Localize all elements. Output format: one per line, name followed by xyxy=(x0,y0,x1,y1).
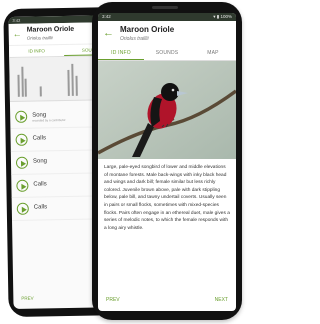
tab-sounds[interactable]: SOUNDS xyxy=(144,47,190,60)
species-description: Large, pale-eyed songbird of lower and m… xyxy=(104,165,230,231)
recording-credit: recorded by a contributor xyxy=(32,118,66,123)
tab-id-info[interactable]: ID INFO xyxy=(98,47,144,60)
tab-id-info[interactable]: ID INFO xyxy=(9,45,64,57)
bird-photo xyxy=(98,61,236,159)
app-header: ← Maroon Oriole Oriolus traillii xyxy=(98,21,236,47)
bottom-nav: PREV NEXT xyxy=(98,291,236,311)
play-icon[interactable] xyxy=(15,133,28,146)
recording-label: Calls xyxy=(33,204,48,211)
play-icon[interactable] xyxy=(15,156,29,169)
status-time: 3:42 xyxy=(102,14,111,19)
phone-speaker xyxy=(152,6,178,9)
status-indicators: ▾ ▮ 100% xyxy=(213,14,232,19)
recording-label: Calls xyxy=(32,135,46,142)
species-title: Maroon Oriole xyxy=(26,25,75,34)
front-phone: 3:42 ▾ ▮ 100% ← Maroon Oriole Oriolus tr… xyxy=(92,2,242,320)
play-icon[interactable] xyxy=(16,179,29,192)
status-time: 3:42 xyxy=(12,17,21,23)
tab-map[interactable]: MAP xyxy=(190,47,236,60)
recording-label: Song xyxy=(32,158,48,165)
recording-label: Calls xyxy=(33,181,47,188)
prev-button[interactable]: PREV xyxy=(21,296,33,301)
species-scientific-name: Oriolus traillii xyxy=(120,36,149,42)
status-bar: 3:42 ▾ ▮ 100% xyxy=(98,13,236,21)
front-phone-screen: 3:42 ▾ ▮ 100% ← Maroon Oriole Oriolus tr… xyxy=(98,13,236,311)
back-arrow-icon[interactable]: ← xyxy=(13,29,22,39)
play-icon[interactable] xyxy=(16,202,29,215)
back-arrow-icon[interactable]: ← xyxy=(103,28,114,39)
next-button[interactable]: NEXT xyxy=(215,297,228,303)
species-title: Maroon Oriole xyxy=(120,25,175,34)
prev-button[interactable]: PREV xyxy=(106,297,120,303)
tab-bar: ID INFO SOUNDS MAP xyxy=(98,47,236,61)
species-scientific-name: Oriolus traillii xyxy=(26,35,53,41)
play-icon[interactable] xyxy=(15,110,28,123)
